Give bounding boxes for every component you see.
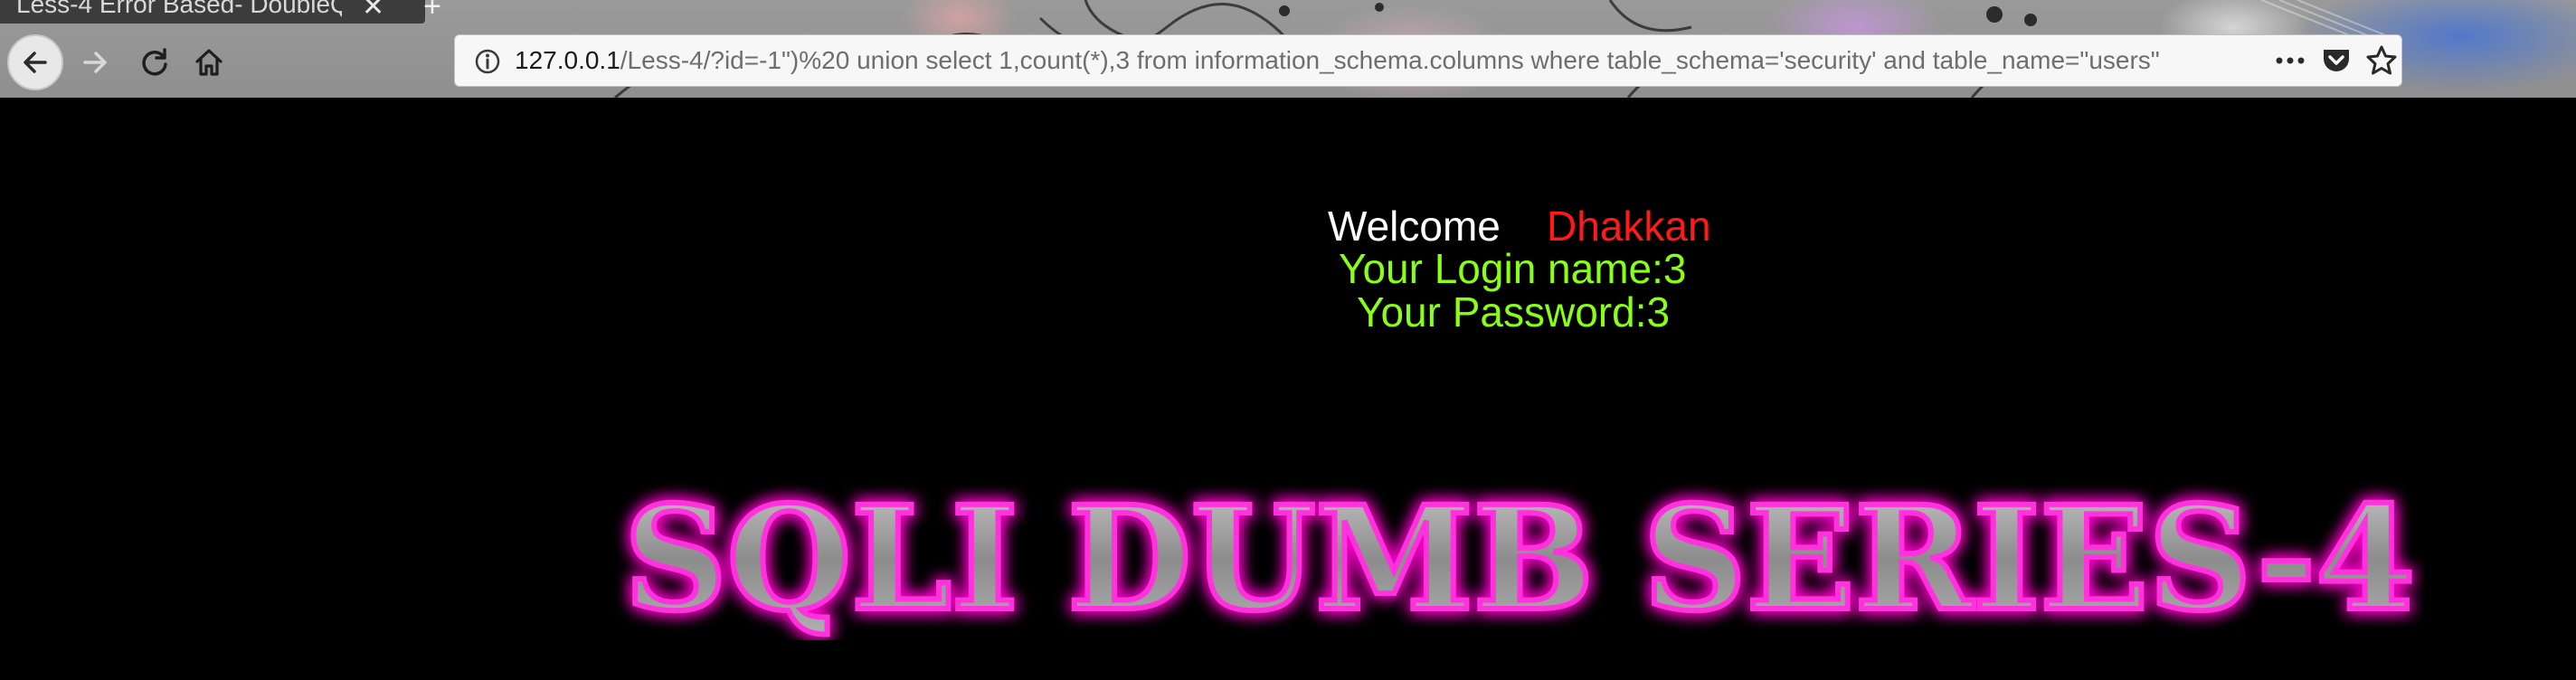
reload-icon (142, 48, 167, 76)
address-bar[interactable]: 127.0.0.1/Less-4/?id=-1")%20 union selec… (454, 34, 2402, 87)
star-icon[interactable] (2365, 44, 2398, 77)
forward-arrow-icon (83, 52, 107, 73)
more-icon[interactable] (2273, 45, 2307, 76)
welcome-label: Welcome (1328, 203, 1501, 250)
pocket-icon[interactable] (2320, 44, 2353, 77)
back-button[interactable] (7, 34, 63, 90)
banner-text: SQLI DUMB SERIES-4 (624, 476, 2415, 640)
url-host: 127.0.0.1 (515, 46, 620, 74)
tab-strip: Less-4 Error Based- DoubleQuotes ✕ + (0, 0, 2576, 24)
welcome-name: Dhakkan (1547, 203, 1711, 250)
tab-active[interactable]: Less-4 Error Based- DoubleQuotes ✕ (0, 0, 425, 24)
back-arrow-icon (24, 52, 47, 73)
close-icon[interactable]: ✕ (362, 0, 384, 23)
url-text[interactable]: 127.0.0.1/Less-4/?id=-1")%20 union selec… (515, 46, 2287, 75)
welcome-line: Welcome Dhakkan (1328, 202, 1711, 250)
page-content: Welcome Dhakkan Your Login name:3 Your P… (0, 98, 2576, 680)
home-icon (195, 49, 223, 76)
forward-button[interactable] (67, 34, 123, 90)
password-result: Your Password:3 (1357, 288, 1671, 335)
tab-title: Less-4 Error Based- DoubleQuotes (16, 0, 342, 18)
browser-chrome: Less-4 Error Based- DoubleQuotes ✕ + (0, 0, 2576, 98)
url-fade-overlay (2174, 39, 2273, 82)
url-path: /Less-4/?id=-1")%20 union select 1,count… (620, 46, 2160, 74)
login-name-result: Your Login name:3 (1339, 245, 1687, 292)
new-tab-icon[interactable]: + (423, 0, 441, 24)
home-button[interactable] (181, 34, 237, 90)
reload-button[interactable] (127, 34, 183, 90)
info-icon[interactable] (473, 47, 502, 76)
title-banner: SQLI DUMB SERIES-4 (621, 473, 2418, 640)
